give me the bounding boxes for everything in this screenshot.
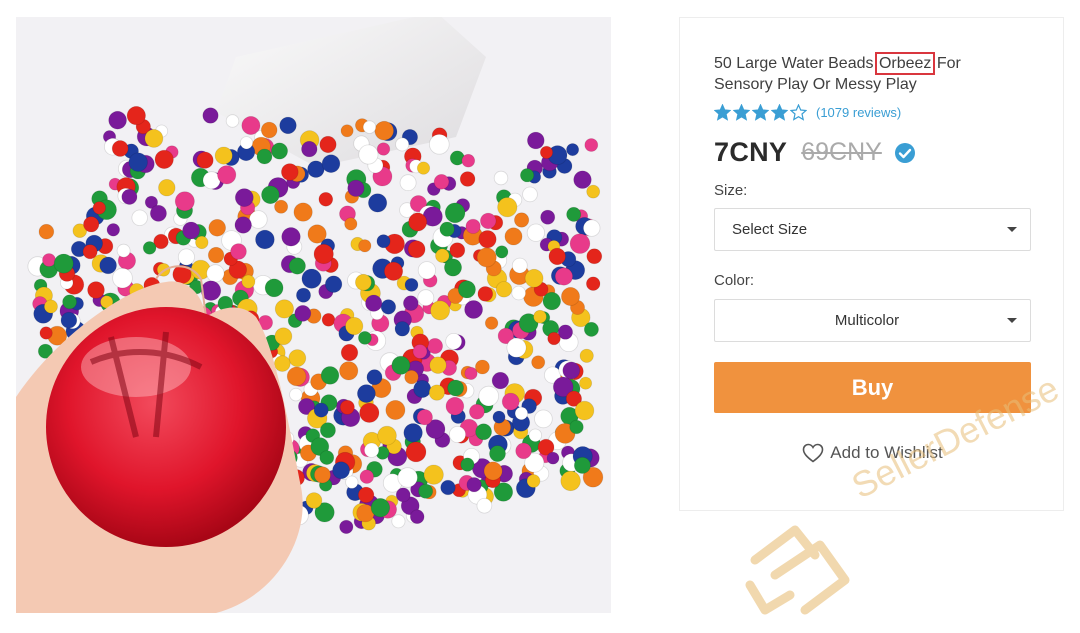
add-to-wishlist-link[interactable]: Add to Wishlist [714,441,1031,465]
chevron-down-icon [1007,227,1017,232]
star-icon [714,103,731,121]
color-select[interactable]: Multicolor [714,299,1031,342]
star-icon [771,103,788,121]
star-outline-icon [790,103,807,121]
reviews-link[interactable]: (1079 reviews) [816,105,901,120]
current-price: 7CNY [714,137,788,167]
color-label: Color: [714,272,755,289]
title-text-start: 50 Large Water Beads [714,55,878,72]
product-card: 50 Large Water Beads Orbeez For Sensory … [679,17,1064,511]
size-label: Size: [714,182,748,199]
heart-icon [802,443,824,463]
product-title: 50 Large Water Beads Orbeez For Sensory … [714,52,1014,95]
wishlist-label: Add to Wishlist [830,443,943,462]
chevron-down-icon [1007,318,1017,323]
size-select-value: Select Size [732,221,808,238]
rating-row: (1079 reviews) [714,103,901,121]
star-rating [714,103,809,121]
ball-highlight [81,337,191,397]
title-highlighted-keyword: Orbeez [874,52,936,75]
buy-button[interactable]: Buy [714,362,1031,413]
color-select-value: Multicolor [834,312,900,329]
size-select[interactable]: Select Size [714,208,1031,251]
watermark-logo-icon [745,525,850,615]
price-row: 7CNY 69CNY [714,137,916,168]
product-image[interactable] [16,17,611,613]
verified-check-icon [894,142,915,163]
star-icon [733,103,750,121]
star-icon [752,103,769,121]
product-photo-illustration [16,17,604,613]
original-price: 69CNY [801,138,882,166]
